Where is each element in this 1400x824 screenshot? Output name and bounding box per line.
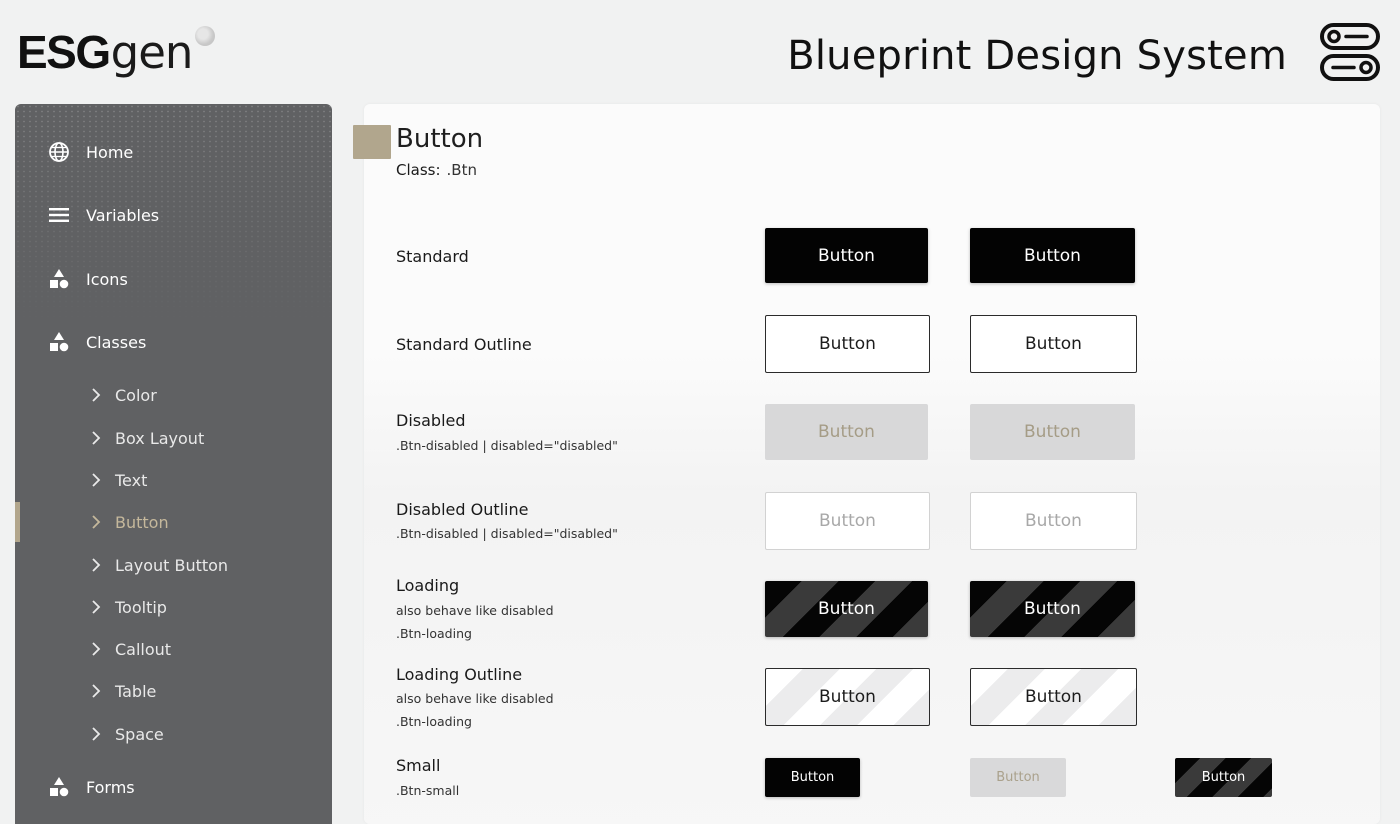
disabled-outline-button[interactable]: Button <box>765 492 930 550</box>
logo-light-text: gen <box>110 26 194 79</box>
chevron-right-icon <box>92 727 101 741</box>
sidebar-item-classes[interactable]: Classes <box>15 322 332 362</box>
row-label-standard-outline: Standard Outline <box>396 335 532 354</box>
sidebar: Home Variables Icons Classes Color Box L… <box>15 104 332 824</box>
shapes-icon <box>50 269 69 289</box>
small-disabled-button[interactable]: Button <box>970 758 1066 797</box>
sidebar-subitem-label: Tooltip <box>115 597 167 617</box>
small-loading-button[interactable]: Button <box>1175 758 1272 797</box>
shapes-icon <box>50 777 69 797</box>
sidebar-subitem-layout-button[interactable]: Layout Button <box>15 548 332 582</box>
sidebar-item-label: Home <box>86 142 134 162</box>
sidebar-subitem-space[interactable]: Space <box>15 717 332 751</box>
sidebar-item-variables[interactable]: Variables <box>15 195 332 235</box>
chevron-right-icon <box>92 473 101 487</box>
sidebar-subitem-text[interactable]: Text <box>15 463 332 497</box>
sidebar-item-icons[interactable]: Icons <box>15 259 332 299</box>
disabled-outline-button[interactable]: Button <box>970 492 1137 550</box>
sidebar-subitem-box-layout[interactable]: Box Layout <box>15 421 332 455</box>
sidebar-subitem-label: Space <box>115 724 164 744</box>
disabled-button[interactable]: Button <box>970 404 1135 460</box>
standard-button[interactable]: Button <box>970 228 1135 283</box>
globe-icon <box>49 142 69 162</box>
sidebar-subitem-callout[interactable]: Callout <box>15 632 332 666</box>
sidebar-subitem-label: Layout Button <box>115 555 229 575</box>
loading-button[interactable]: Button <box>970 581 1135 637</box>
class-value: .Btn <box>446 161 477 179</box>
sidebar-item-forms[interactable]: Forms <box>15 767 332 807</box>
standard-outline-button[interactable]: Button <box>765 315 930 373</box>
app-title: Blueprint Design System <box>787 33 1287 79</box>
row-label-disabled: Disabled <box>396 411 466 430</box>
row-sub-loading-note: also behave like disabled <box>396 603 554 618</box>
small-button[interactable]: Button <box>765 758 860 797</box>
chevron-right-icon <box>92 684 101 698</box>
row-label-standard: Standard <box>396 247 469 266</box>
page-title: Button <box>396 124 484 154</box>
toggle-settings-icon[interactable] <box>1320 21 1380 83</box>
standard-outline-button[interactable]: Button <box>970 315 1137 373</box>
sidebar-item-label: Icons <box>86 269 128 289</box>
sidebar-subitem-label: Color <box>115 385 157 405</box>
logo-dot-icon <box>195 26 216 46</box>
row-label-disabled-outline: Disabled Outline <box>396 500 529 519</box>
row-label-small: Small <box>396 756 441 775</box>
standard-button[interactable]: Button <box>765 228 928 283</box>
row-label-loading-outline: Loading Outline <box>396 665 523 684</box>
row-sub-loading-class: .Btn-loading <box>396 626 472 641</box>
loading-outline-button[interactable]: Button <box>970 668 1137 726</box>
row-sub-disabled-outline: .Btn-disabled | disabled="disabled" <box>396 526 618 541</box>
sidebar-subitem-label: Callout <box>115 639 172 659</box>
sidebar-subitem-label: Box Layout <box>115 428 205 448</box>
logo-bold-text: ESG <box>17 26 111 78</box>
sidebar-subitem-tooltip[interactable]: Tooltip <box>15 590 332 624</box>
disabled-button[interactable]: Button <box>765 404 928 460</box>
shapes-icon <box>50 332 69 352</box>
sidebar-subitem-label: Button <box>115 512 169 532</box>
sidebar-subitem-label: Text <box>115 470 148 490</box>
section-marker <box>353 125 391 159</box>
sidebar-item-home[interactable]: Home <box>15 132 332 172</box>
sidebar-subitem-button[interactable]: Button <box>15 505 332 539</box>
loading-outline-button[interactable]: Button <box>765 668 930 726</box>
sidebar-item-label: Variables <box>86 205 160 225</box>
active-nav-marker <box>15 502 20 542</box>
chevron-right-icon <box>92 558 101 572</box>
sidebar-subitem-label: Table <box>115 681 157 701</box>
chevron-right-icon <box>92 642 101 656</box>
class-name-line: Class: .Btn <box>396 161 477 179</box>
class-key: Class: <box>396 161 441 179</box>
sidebar-item-label: Forms <box>86 777 135 797</box>
sidebar-subitem-color[interactable]: Color <box>15 378 332 412</box>
row-sub-small: .Btn-small <box>396 783 460 798</box>
row-sub-loading-outline-class: .Btn-loading <box>396 714 472 729</box>
menu-icon <box>49 208 69 222</box>
sidebar-item-label: Classes <box>86 332 147 352</box>
row-sub-disabled: .Btn-disabled | disabled="disabled" <box>396 438 618 453</box>
chevron-right-icon <box>92 431 101 445</box>
loading-button[interactable]: Button <box>765 581 928 637</box>
chevron-right-icon <box>92 388 101 402</box>
sidebar-subitem-table[interactable]: Table <box>15 674 332 708</box>
chevron-right-icon <box>92 515 101 529</box>
esggen-logo[interactable]: ESG gen <box>17 24 216 84</box>
chevron-right-icon <box>92 600 101 614</box>
row-sub-loading-outline-note: also behave like disabled <box>396 691 554 706</box>
row-label-loading: Loading <box>396 576 460 595</box>
